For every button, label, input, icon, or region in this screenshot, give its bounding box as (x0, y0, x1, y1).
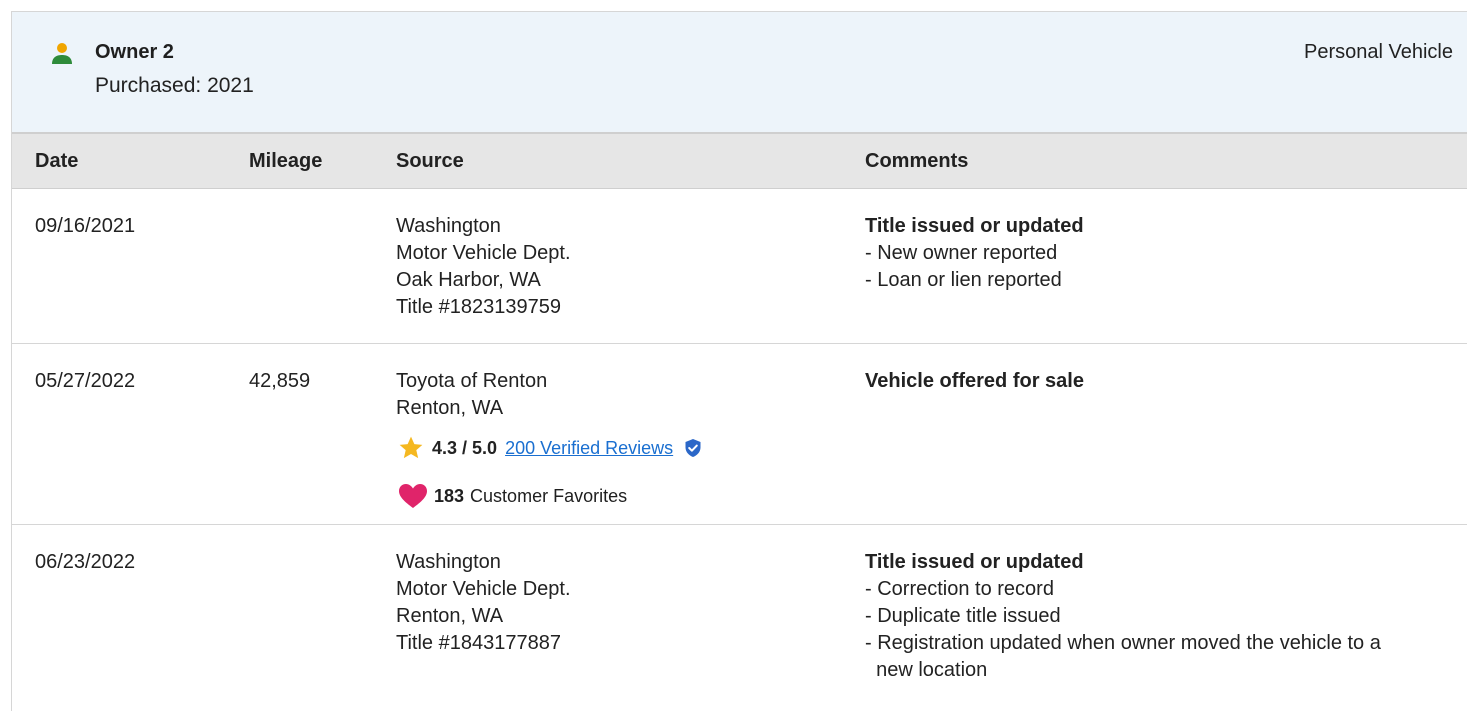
comment-item: - Registration updated when owner moved … (865, 632, 1381, 654)
source-line: Title #1843177887 (396, 632, 561, 654)
row-date: 05/27/2022 (35, 370, 136, 392)
source-line: Motor Vehicle Dept. (396, 242, 571, 264)
comment-title: Vehicle offered for sale (865, 370, 1084, 392)
vehicle-type: Personal Vehicle (1304, 41, 1453, 63)
row-comments: Vehicle offered for sale (865, 368, 1455, 395)
person-icon (52, 43, 72, 64)
source-line: Renton, WA (396, 397, 504, 419)
source-line: Title #1823139759 (396, 296, 561, 318)
comment-item: - Loan or lien reported (865, 269, 1062, 291)
owner-history-card: Owner 2 Purchased: 2021 Personal Vehicle… (11, 11, 1467, 711)
row-source: Washington Motor Vehicle Dept. Renton, W… (396, 549, 571, 657)
dealer-rating: 4.3 / 5.0 200 Verified Reviews (398, 435, 703, 461)
comment-item: - Duplicate title issued (865, 605, 1061, 627)
heart-icon (399, 484, 427, 508)
comment-title: Title issued or updated (865, 551, 1084, 573)
comment-item: new location (865, 659, 988, 681)
row-date: 09/16/2021 (35, 215, 136, 237)
row-comments: Title issued or updated - New owner repo… (865, 213, 1455, 294)
favorites-label: Customer Favorites (470, 485, 628, 506)
comment-item: - Correction to record (865, 578, 1054, 600)
source-line: Washington (396, 551, 501, 573)
table-header: Date Mileage Source Comments (12, 132, 1467, 189)
row-source: Washington Motor Vehicle Dept. Oak Harbo… (396, 213, 571, 321)
star-icon (399, 436, 423, 459)
row-comments: Title issued or updated - Correction to … (865, 549, 1455, 684)
header-date: Date (35, 150, 79, 172)
comment-title: Title issued or updated (865, 215, 1084, 237)
header-source: Source (396, 150, 464, 172)
customer-favorites: 183 Customer Favorites (398, 483, 627, 509)
table-row: 05/27/2022 42,859 Toyota of Renton Rento… (12, 344, 1467, 525)
verified-shield-icon (685, 439, 701, 457)
table-row: 06/23/2022 Washington Motor Vehicle Dept… (12, 525, 1467, 715)
row-source: Toyota of Renton Renton, WA (396, 368, 547, 422)
favorites-count: 183 (434, 485, 465, 506)
row-date: 06/23/2022 (35, 551, 136, 573)
source-line: Toyota of Renton (396, 370, 548, 392)
source-line: Renton, WA (396, 605, 504, 627)
owner-name: Owner 2 (95, 41, 174, 63)
table-row: 09/16/2021 Washington Motor Vehicle Dept… (12, 189, 1467, 344)
source-line: Motor Vehicle Dept. (396, 578, 571, 600)
owner-purchased: Purchased: 2021 (95, 74, 254, 97)
header-mileage: Mileage (249, 150, 323, 172)
verified-reviews-link[interactable]: 200 Verified Reviews (505, 438, 673, 459)
header-comments: Comments (865, 150, 969, 172)
comment-item: - New owner reported (865, 242, 1058, 264)
source-line: Oak Harbor, WA (396, 269, 541, 291)
row-mileage: 42,859 (249, 370, 311, 392)
owner-header: Owner 2 Purchased: 2021 Personal Vehicle (12, 12, 1467, 132)
source-line: Washington (396, 215, 501, 237)
rating-value: 4.3 / 5.0 (432, 437, 498, 458)
